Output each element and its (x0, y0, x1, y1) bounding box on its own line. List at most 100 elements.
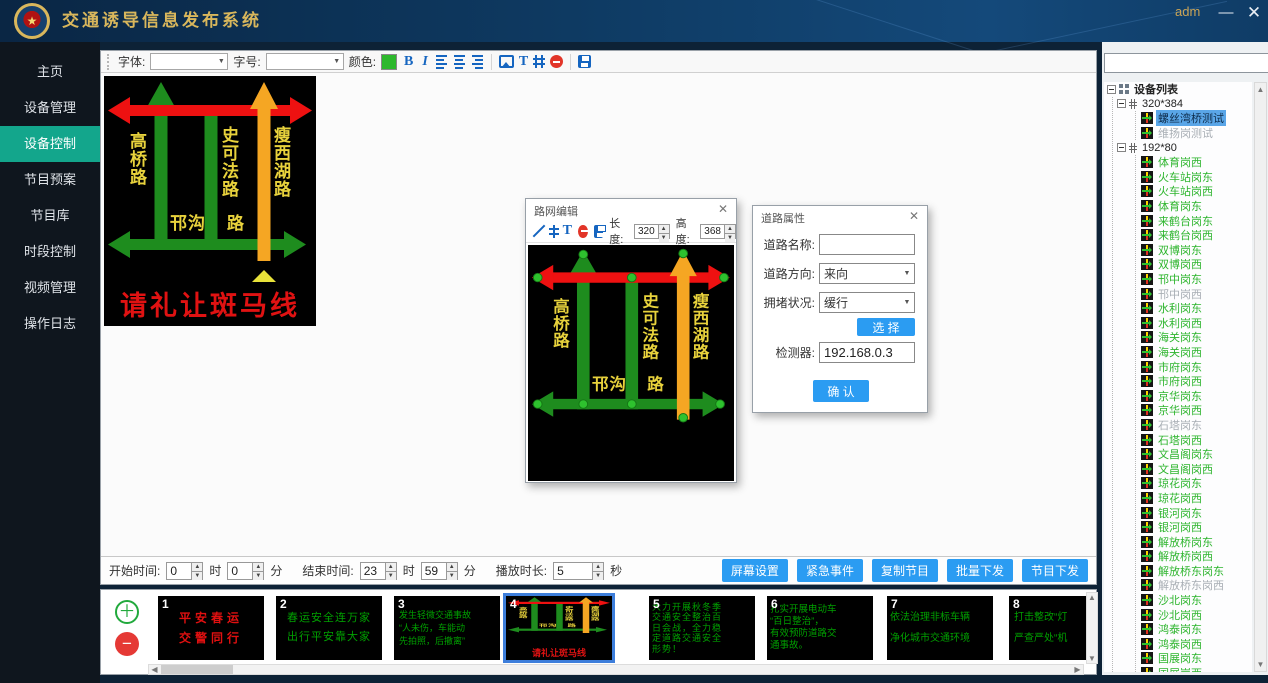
device-item[interactable]: 京华岗西 (1136, 403, 1252, 418)
duration-spinner[interactable]: 5▲▼ (553, 562, 604, 580)
device-item[interactable]: 沙北岗西 (1136, 607, 1252, 622)
device-item[interactable]: 双博岗东 (1136, 243, 1252, 258)
device-item[interactable]: 解放桥岗东 (1136, 534, 1252, 549)
device-item[interactable]: 水利岗西 (1136, 316, 1252, 331)
device-item[interactable]: 银河岗西 (1136, 520, 1252, 535)
select-detector-button[interactable]: 选 择 (857, 318, 915, 336)
device-item[interactable]: 邗中岗西 (1136, 286, 1252, 301)
playlist-item-6[interactable]: 6 扎实开展电动车“百日整治”，有效预防道路交通事故。 (767, 596, 873, 660)
device-tree-root[interactable]: 设备列表 (1104, 82, 1252, 97)
device-item[interactable]: 鸿泰岗西 (1136, 637, 1252, 652)
road-network-icon[interactable] (533, 55, 545, 68)
spinner-arrows-icon[interactable]: ▲▼ (446, 563, 457, 579)
device-item[interactable]: 水利岗东 (1136, 301, 1252, 316)
device-item[interactable]: 京华岗东 (1136, 388, 1252, 403)
device-group-192x80[interactable]: 192*80 (1113, 140, 1252, 155)
traffic-sign-preview[interactable]: 高桥路 史可法路 瘦西湖路 邗沟 路 请礼让斑马线 (104, 76, 316, 326)
draw-line-icon[interactable] (532, 225, 542, 238)
playlist-item-8[interactable]: 8 打击整改“灯严查严处“机 (1009, 596, 1087, 660)
road-network-editor-sign[interactable]: 高桥路 史可法路 瘦西湖路 邗沟 路 (528, 245, 734, 481)
spinner-arrows-icon[interactable]: ▲▼ (658, 225, 669, 238)
end-hour-spinner[interactable]: 23▲▼ (360, 562, 397, 580)
device-item[interactable]: 来鹤台岗西 (1136, 228, 1252, 243)
device-item[interactable]: 市府岗西 (1136, 374, 1252, 389)
spinner-arrows-icon[interactable]: ▲▼ (385, 563, 396, 579)
close-button[interactable]: ✕ (1243, 2, 1265, 24)
collapse-icon[interactable] (1117, 99, 1126, 108)
spinner-arrows-icon[interactable]: ▲▼ (252, 563, 263, 579)
device-item[interactable]: 火车站岗西 (1136, 184, 1252, 199)
sidebar-item[interactable]: 时段控制 (0, 234, 100, 270)
delete-icon[interactable] (550, 55, 563, 68)
dialog-close-icon[interactable]: ✕ (718, 202, 728, 216)
align-right-icon[interactable] (471, 55, 484, 69)
height-spinner[interactable]: 368▲▼ (700, 224, 736, 239)
color-swatch[interactable] (381, 54, 397, 70)
road-direction-select[interactable]: 来向▼ (819, 263, 915, 284)
device-item[interactable]: 琼花岗西 (1136, 491, 1252, 506)
device-group-320x384[interactable]: 320*384 (1113, 97, 1252, 112)
add-program-button[interactable]: ＋ (115, 600, 139, 624)
device-item[interactable]: 解放桥东岗西 (1136, 578, 1252, 593)
detector-input[interactable] (819, 342, 915, 363)
device-item[interactable]: 文昌阁岗西 (1136, 461, 1252, 476)
insert-text-icon[interactable]: T (563, 223, 572, 239)
device-item[interactable]: 国展岗东 (1136, 651, 1252, 666)
align-center-icon[interactable] (453, 55, 466, 69)
start-hour-spinner[interactable]: 0▲▼ (166, 562, 203, 580)
playlist-item-1[interactable]: 1 平安春运交警同行 (158, 596, 264, 660)
move-node-icon[interactable] (548, 225, 557, 238)
save-icon[interactable] (578, 55, 591, 68)
horizontal-scrollbar[interactable]: ◀ ▶ (148, 664, 1084, 675)
playlist-item-4-selected[interactable]: 4 高桥路 史可法路 瘦西湖路 邗沟 路 请礼让斑马线 (503, 593, 615, 663)
minimize-button[interactable]: — (1215, 2, 1237, 24)
italic-button[interactable]: I (420, 54, 429, 70)
spinner-arrows-icon[interactable]: ▲▼ (592, 563, 603, 579)
sidebar-item[interactable]: 节目库 (0, 198, 100, 234)
device-item[interactable]: 邗中岗东 (1136, 272, 1252, 287)
playlist-item-5[interactable]: 5 大力开展秋冬季交通安全整治百日会战，全力稳定道路交通安全形势！ (649, 596, 755, 660)
congestion-select[interactable]: 缓行▼ (819, 292, 915, 313)
spinner-arrows-icon[interactable]: ▲▼ (191, 563, 202, 579)
bold-button[interactable]: B (402, 54, 415, 70)
device-item[interactable]: 解放桥岗西 (1136, 549, 1252, 564)
length-spinner[interactable]: 320▲▼ (634, 224, 670, 239)
sidebar-item[interactable]: 设备管理 (0, 90, 100, 126)
dialog-close-icon[interactable]: ✕ (909, 209, 919, 223)
spinner-arrows-icon[interactable]: ▲▼ (724, 225, 735, 238)
playlist-item-2[interactable]: 2 春运安全连万家出行平安靠大家 (276, 596, 382, 660)
sidebar-item[interactable]: 视频管理 (0, 270, 100, 306)
playlist-item-3[interactable]: 3 发生轻微交通事故“人未伤，车能动先拍照，后撤离” (394, 596, 500, 660)
copy-program-button[interactable]: 复制节目 (872, 559, 938, 582)
device-item[interactable]: 体育岗东 (1136, 199, 1252, 214)
device-item[interactable]: 海关岗西 (1136, 345, 1252, 360)
device-item[interactable]: 鸿泰岗东 (1136, 622, 1252, 637)
device-item[interactable]: 来鹤台岗东 (1136, 213, 1252, 228)
scrollbar-thumb[interactable] (161, 665, 233, 674)
font-family-select[interactable]: ▼ (150, 53, 228, 70)
insert-text-icon[interactable]: T (519, 54, 528, 70)
collapse-icon[interactable] (1117, 143, 1126, 152)
device-item[interactable]: 海关岗东 (1136, 330, 1252, 345)
road-edit-canvas[interactable]: 高桥路 史可法路 瘦西湖路 邗沟 路 (528, 245, 734, 481)
logged-in-user[interactable]: adm (1175, 4, 1200, 19)
scroll-up-icon[interactable]: ▲ (1255, 83, 1266, 96)
device-item[interactable]: 琼花岗东 (1136, 476, 1252, 491)
batch-send-button[interactable]: 批量下发 (947, 559, 1013, 582)
screen-settings-button[interactable]: 屏幕设置 (722, 559, 788, 582)
device-item[interactable]: 螺丝湾桥测试 (1136, 111, 1252, 126)
device-item[interactable]: 维扬岗测试 (1136, 126, 1252, 141)
start-minute-spinner[interactable]: 0▲▼ (227, 562, 264, 580)
insert-image-icon[interactable] (499, 55, 514, 68)
collapse-icon[interactable] (1107, 85, 1116, 94)
playlist-item-7[interactable]: 7 依法治理非标车辆净化城市交通环境 (887, 596, 993, 660)
sidebar-item[interactable]: 节目预案 (0, 162, 100, 198)
device-item[interactable]: 国展岗西 (1136, 666, 1252, 672)
device-item[interactable]: 沙北岗东 (1136, 593, 1252, 608)
sidebar-item[interactable]: 设备控制 (0, 126, 100, 162)
sidebar-item[interactable]: 操作日志 (0, 306, 100, 342)
delete-icon[interactable] (578, 225, 588, 238)
align-left-icon[interactable] (435, 55, 448, 69)
confirm-button[interactable]: 确 认 (813, 380, 869, 402)
scroll-right-icon[interactable]: ▶ (1072, 665, 1083, 674)
